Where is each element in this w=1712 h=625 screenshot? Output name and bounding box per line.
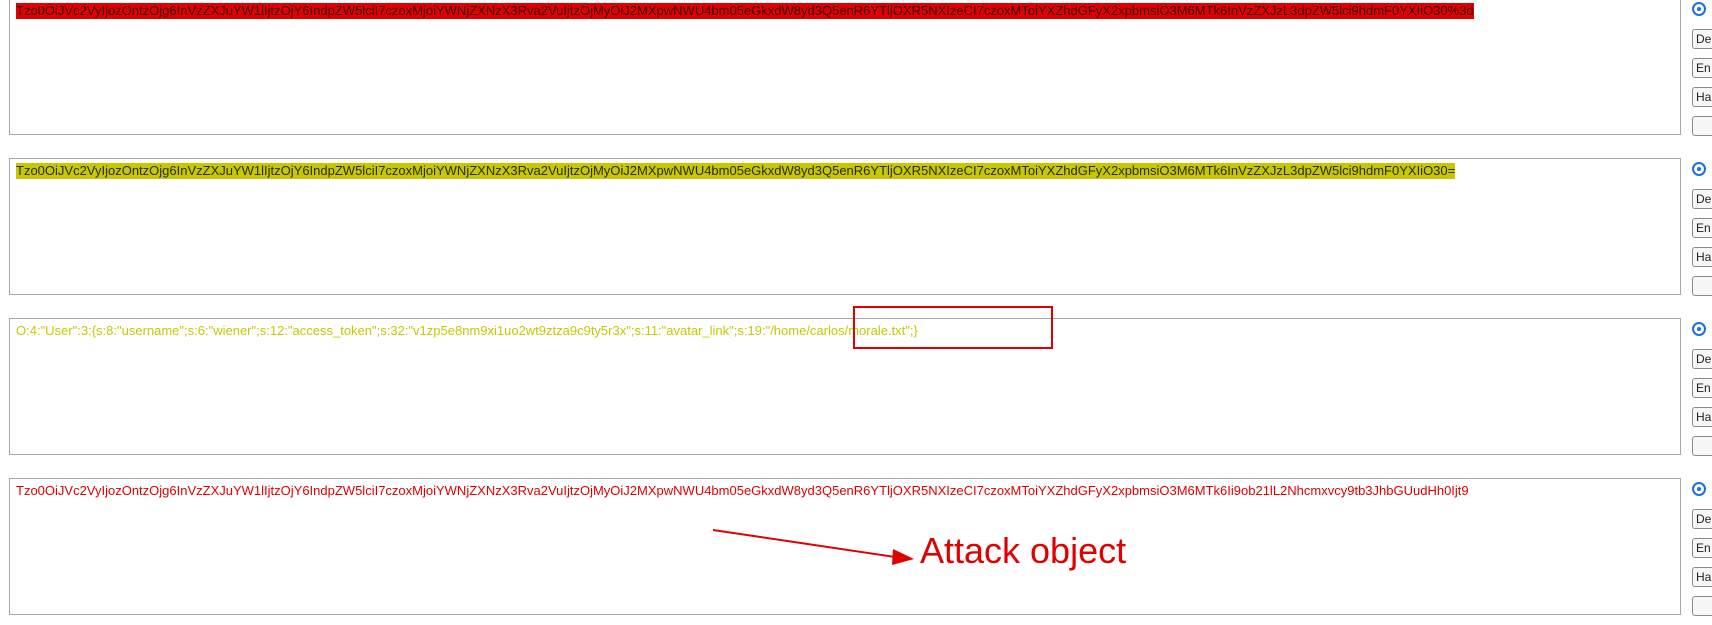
radio-button-3[interactable] [1692,322,1706,336]
hash-button-2[interactable]: Ha [1692,247,1712,267]
hash-button-4[interactable]: Ha [1692,567,1712,587]
panel-3-text: O:4:"User":3:{s:8:"username";s:6:"wiener… [16,323,918,339]
radio-button-4[interactable] [1692,482,1706,496]
decode-as-button-3[interactable]: De [1692,349,1712,369]
radio-button-1[interactable] [1692,2,1706,16]
decoder-panel-1[interactable]: Tzo0OiJVc2VyIjozOntzOjg6InVzZXJuYW1lIjtz… [9,0,1681,135]
radio-button-2[interactable] [1692,162,1706,176]
encode-as-button-1[interactable]: En [1692,58,1712,78]
encode-as-button-4[interactable]: En [1692,538,1712,558]
smart-decode-button-1[interactable] [1692,116,1712,136]
encode-as-button-2[interactable]: En [1692,218,1712,238]
decoder-panel-3[interactable]: O:4:"User":3:{s:8:"username";s:6:"wiener… [9,318,1681,455]
decode-as-button-2[interactable]: De [1692,189,1712,209]
panel-3-text-before: O:4:"User":3:{s:8:"username";s:6:"wiener… [16,323,766,338]
hash-button-3[interactable]: Ha [1692,407,1712,427]
smart-decode-button-2[interactable] [1692,276,1712,296]
attack-object-label: Attack object [920,530,1127,571]
decoder-panel-2[interactable]: Tzo0OiJVc2VyIjozOntzOjg6InVzZXJuYW1lIjtz… [9,158,1681,295]
smart-decode-button-4[interactable] [1692,596,1712,616]
hash-button-1[interactable]: Ha [1692,87,1712,107]
encode-as-button-3[interactable]: En [1692,378,1712,398]
panel-1-text: Tzo0OiJVc2VyIjozOntzOjg6InVzZXJuYW1lIjtz… [16,3,1474,19]
panel-2-text: Tzo0OiJVc2VyIjozOntzOjg6InVzZXJuYW1lIjtz… [16,163,1456,179]
path-highlight-box [853,306,1053,349]
panel-4-text: Tzo0OiJVc2VyIjozOntzOjg6InVzZXJuYW1lIjtz… [16,483,1469,498]
smart-decode-button-3[interactable] [1692,436,1712,456]
decoder-panel-4[interactable]: Tzo0OiJVc2VyIjozOntzOjg6InVzZXJuYW1lIjtz… [9,478,1681,615]
decode-as-button-4[interactable]: De [1692,509,1712,529]
decode-as-button-1[interactable]: De [1692,29,1712,49]
